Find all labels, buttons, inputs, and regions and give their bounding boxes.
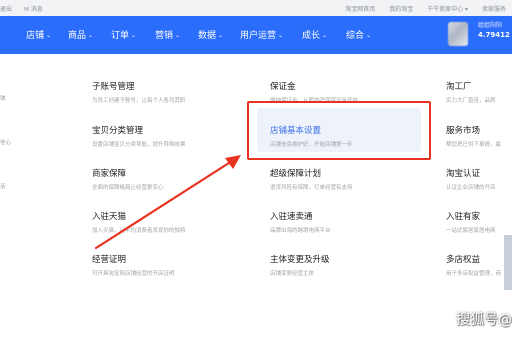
watermark-text: 搜狐号@ xyxy=(456,312,512,328)
red-arrow-annotation xyxy=(94,155,241,250)
